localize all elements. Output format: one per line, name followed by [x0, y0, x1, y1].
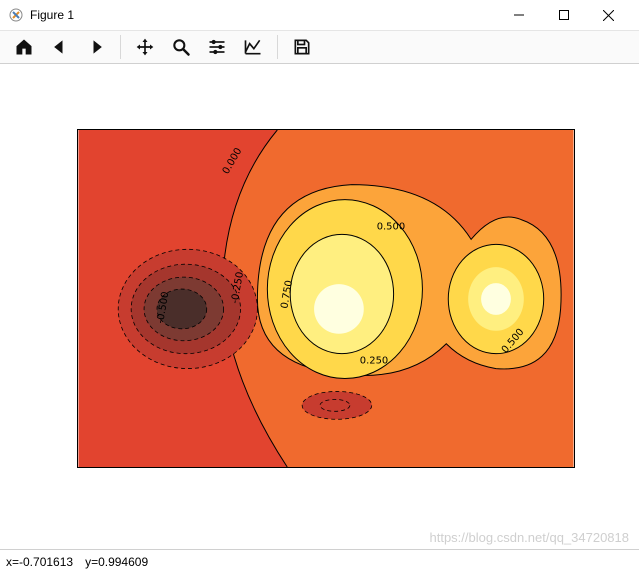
status-y: y=0.994609 — [85, 555, 148, 569]
subplots-button[interactable] — [199, 32, 235, 62]
pan-button[interactable] — [127, 32, 163, 62]
plot-area[interactable]: 0.000 0.500 0.750 -0.250 -0.500 0.250 0.… — [0, 64, 639, 549]
save-button[interactable] — [284, 32, 320, 62]
minimize-button[interactable] — [496, 1, 541, 29]
axes-button[interactable] — [235, 32, 271, 62]
titlebar: Figure 1 — [0, 0, 639, 30]
window-title: Figure 1 — [30, 8, 496, 22]
contour-label: 0.250 — [360, 356, 388, 367]
toolbar-separator — [277, 35, 278, 59]
app-icon — [8, 7, 24, 23]
zoom-button[interactable] — [163, 32, 199, 62]
close-button[interactable] — [586, 1, 631, 29]
contour-plot: 0.000 0.500 0.750 -0.250 -0.500 0.250 0.… — [77, 129, 575, 468]
statusbar: x=-0.701613 y=0.994609 — [0, 549, 639, 573]
toolbar — [0, 30, 639, 64]
toolbar-separator — [120, 35, 121, 59]
maximize-button[interactable] — [541, 1, 586, 29]
back-button[interactable] — [42, 32, 78, 62]
forward-button[interactable] — [78, 32, 114, 62]
contourf-svg: 0.000 0.500 0.750 -0.250 -0.500 0.250 0.… — [78, 130, 574, 467]
status-x: x=-0.701613 — [6, 555, 73, 569]
home-button[interactable] — [6, 32, 42, 62]
contour-label: 0.500 — [377, 221, 405, 232]
window-controls — [496, 1, 631, 29]
